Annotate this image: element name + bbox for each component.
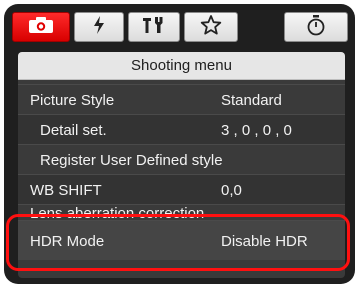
menu-item-label: Lens aberration correction [30, 205, 205, 218]
menu-item-hdr-mode[interactable]: HDR Mode Disable HDR [18, 220, 345, 260]
menu-item-lens-aberration[interactable]: Lens aberration correction [18, 204, 345, 218]
menu-item-label: Detail set. [40, 122, 107, 139]
menu-item-label: HDR Mode [30, 233, 105, 250]
menu-item-value: Standard [221, 92, 282, 109]
menu-item-label: WB SHIFT [30, 182, 102, 199]
menu-title: Shooting menu [18, 52, 345, 80]
tab-timer[interactable] [284, 12, 348, 42]
tab-my-menu[interactable] [184, 12, 238, 42]
screen: Shooting menu Picture Style Standard Det… [0, 0, 359, 289]
menu-tab-bar [12, 10, 349, 46]
menu-item-register-user-style[interactable]: Register User Defined style [18, 144, 345, 174]
menu-item-value: 3 , 0 , 0 , 0 [221, 122, 292, 139]
flash-icon [92, 15, 106, 40]
timer-icon [306, 14, 326, 41]
tab-shooting[interactable] [12, 12, 70, 42]
menu-item-detail-set[interactable]: Detail set. 3 , 0 , 0 , 0 [18, 114, 345, 144]
menu-item-value: 0,0 [221, 182, 242, 199]
menu-item-label: Register User Defined style [40, 152, 223, 169]
camera-icon [28, 16, 54, 39]
menu-item-label: Picture Style [30, 92, 115, 109]
menu-item-picture-style[interactable]: Picture Style Standard [18, 84, 345, 114]
tab-flash[interactable] [74, 12, 124, 42]
tab-tools[interactable] [128, 12, 180, 42]
tools-icon [140, 15, 168, 40]
camera-menu-screen: Shooting menu Picture Style Standard Det… [4, 4, 355, 284]
star-icon [200, 14, 222, 41]
shooting-menu-panel: Shooting menu Picture Style Standard Det… [18, 52, 345, 278]
menu-item-value: Disable HDR [221, 233, 308, 250]
menu-item-wb-shift[interactable]: WB SHIFT 0,0 [18, 174, 345, 204]
